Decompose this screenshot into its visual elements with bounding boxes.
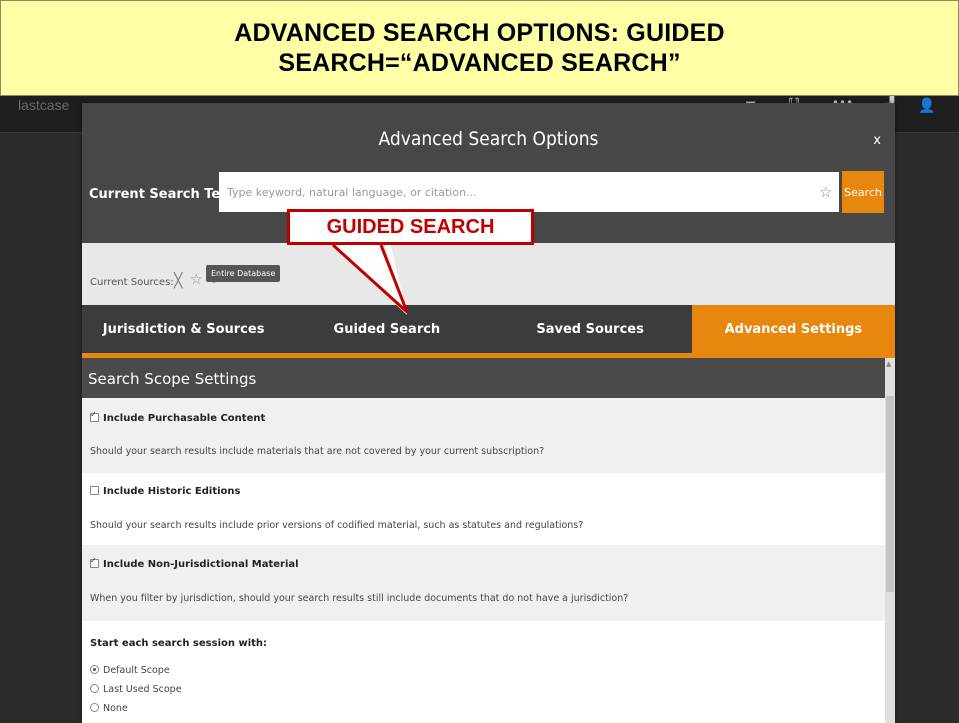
guided-search-callout: GUIDED SEARCH xyxy=(287,209,534,245)
callout-pointer xyxy=(330,242,409,315)
